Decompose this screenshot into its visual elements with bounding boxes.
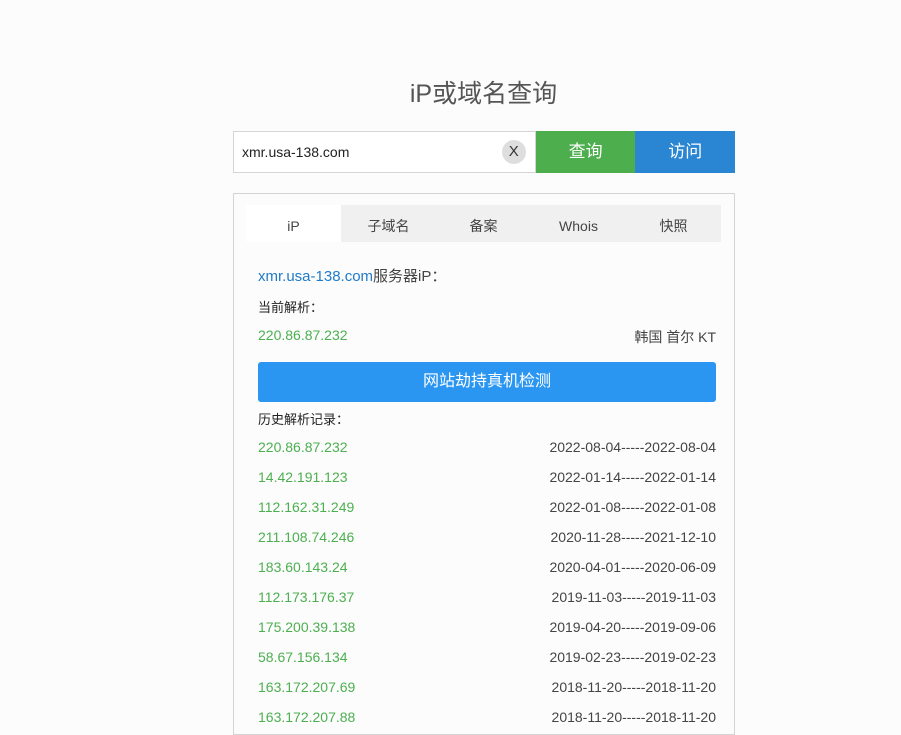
tab-snapshot[interactable]: 快照	[626, 205, 721, 242]
search-box: X	[233, 131, 536, 173]
result-panel: iP 子域名 备案 Whois 快照 xmr.usa-138.com服务器iP：…	[233, 193, 735, 735]
history-ip[interactable]: 163.172.207.88	[258, 709, 355, 725]
history-range: 2020-04-01-----2020-06-09	[549, 559, 716, 575]
query-button[interactable]: 查询	[535, 131, 636, 173]
page-title: iP或域名查询	[409, 80, 558, 108]
history-row: 163.172.207.69 2018-11-20-----2018-11-20	[258, 679, 716, 699]
search-bar: X 查询 访问	[233, 131, 736, 173]
history-ip[interactable]: 58.67.156.134	[258, 649, 348, 665]
history-row: 220.86.87.232 2022-08-04-----2022-08-04	[258, 439, 716, 459]
server-ip-heading: xmr.usa-138.com服务器iP：	[258, 265, 716, 286]
history-range: 2020-11-28-----2021-12-10	[550, 529, 717, 545]
history-ip[interactable]: 163.172.207.69	[258, 679, 355, 695]
tab-bar: iP 子域名 备案 Whois 快照	[246, 205, 721, 242]
tab-ip[interactable]: iP	[246, 205, 341, 242]
visit-button[interactable]: 访问	[635, 131, 736, 173]
current-row: 220.86.87.232 韩国 首尔 KT	[258, 327, 716, 347]
history-ip[interactable]: 183.60.143.24	[258, 559, 348, 575]
history-row: 211.108.74.246 2020-11-28-----2021-12-10	[258, 529, 716, 549]
history-range: 2022-08-04-----2022-08-04	[549, 439, 716, 455]
current-ip[interactable]: 220.86.87.232	[258, 327, 348, 343]
history-row: 14.42.191.123 2022-01-14-----2022-01-14	[258, 469, 716, 489]
history-ip[interactable]: 112.162.31.249	[258, 499, 354, 515]
server-ip-suffix: 服务器iP：	[373, 268, 447, 285]
history-ip[interactable]: 211.108.74.246	[258, 529, 354, 545]
history-range: 2019-04-20-----2019-09-06	[549, 619, 716, 635]
history-row: 112.162.31.249 2022-01-08-----2022-01-08	[258, 499, 716, 519]
history-ip[interactable]: 112.173.176.37	[258, 589, 354, 605]
tab-subdomain[interactable]: 子域名	[341, 205, 436, 242]
history-label: 历史解析记录：	[258, 412, 350, 427]
current-location: 韩国 首尔 KT	[634, 329, 716, 345]
history-range: 2022-01-08-----2022-01-08	[549, 499, 716, 515]
clear-button[interactable]: X	[501, 140, 526, 164]
current-label: 当前解析：	[258, 300, 324, 315]
tab-whois[interactable]: Whois	[531, 205, 626, 242]
history-range: 2019-11-03-----2019-11-03	[551, 589, 716, 605]
history-range: 2018-11-20-----2018-11-20	[551, 679, 716, 695]
history-row: 112.173.176.37 2019-11-03-----2019-11-03	[258, 589, 716, 609]
history-ip[interactable]: 14.42.191.123	[258, 469, 348, 485]
history-ip[interactable]: 175.200.39.138	[258, 619, 355, 635]
tab-icp[interactable]: 备案	[436, 205, 531, 242]
history-range: 2018-11-20-----2018-11-20	[551, 709, 716, 725]
domain-link[interactable]: xmr.usa-138.com	[258, 268, 373, 285]
history-row: 183.60.143.24 2020-04-01-----2020-06-09	[258, 559, 716, 579]
history-row: 175.200.39.138 2019-04-20-----2019-09-06	[258, 619, 716, 639]
history-row: 58.67.156.134 2019-02-23-----2019-02-23	[258, 649, 716, 669]
history-ip[interactable]: 220.86.87.232	[258, 439, 348, 455]
hijack-check-button[interactable]: 网站劫持真机检测	[258, 362, 716, 402]
history-range: 2022-01-14-----2022-01-14	[549, 469, 716, 485]
history-range: 2019-02-23-----2019-02-23	[549, 649, 716, 665]
history-row: 163.172.207.88 2018-11-20-----2018-11-20	[258, 709, 716, 729]
search-input[interactable]	[242, 132, 492, 172]
